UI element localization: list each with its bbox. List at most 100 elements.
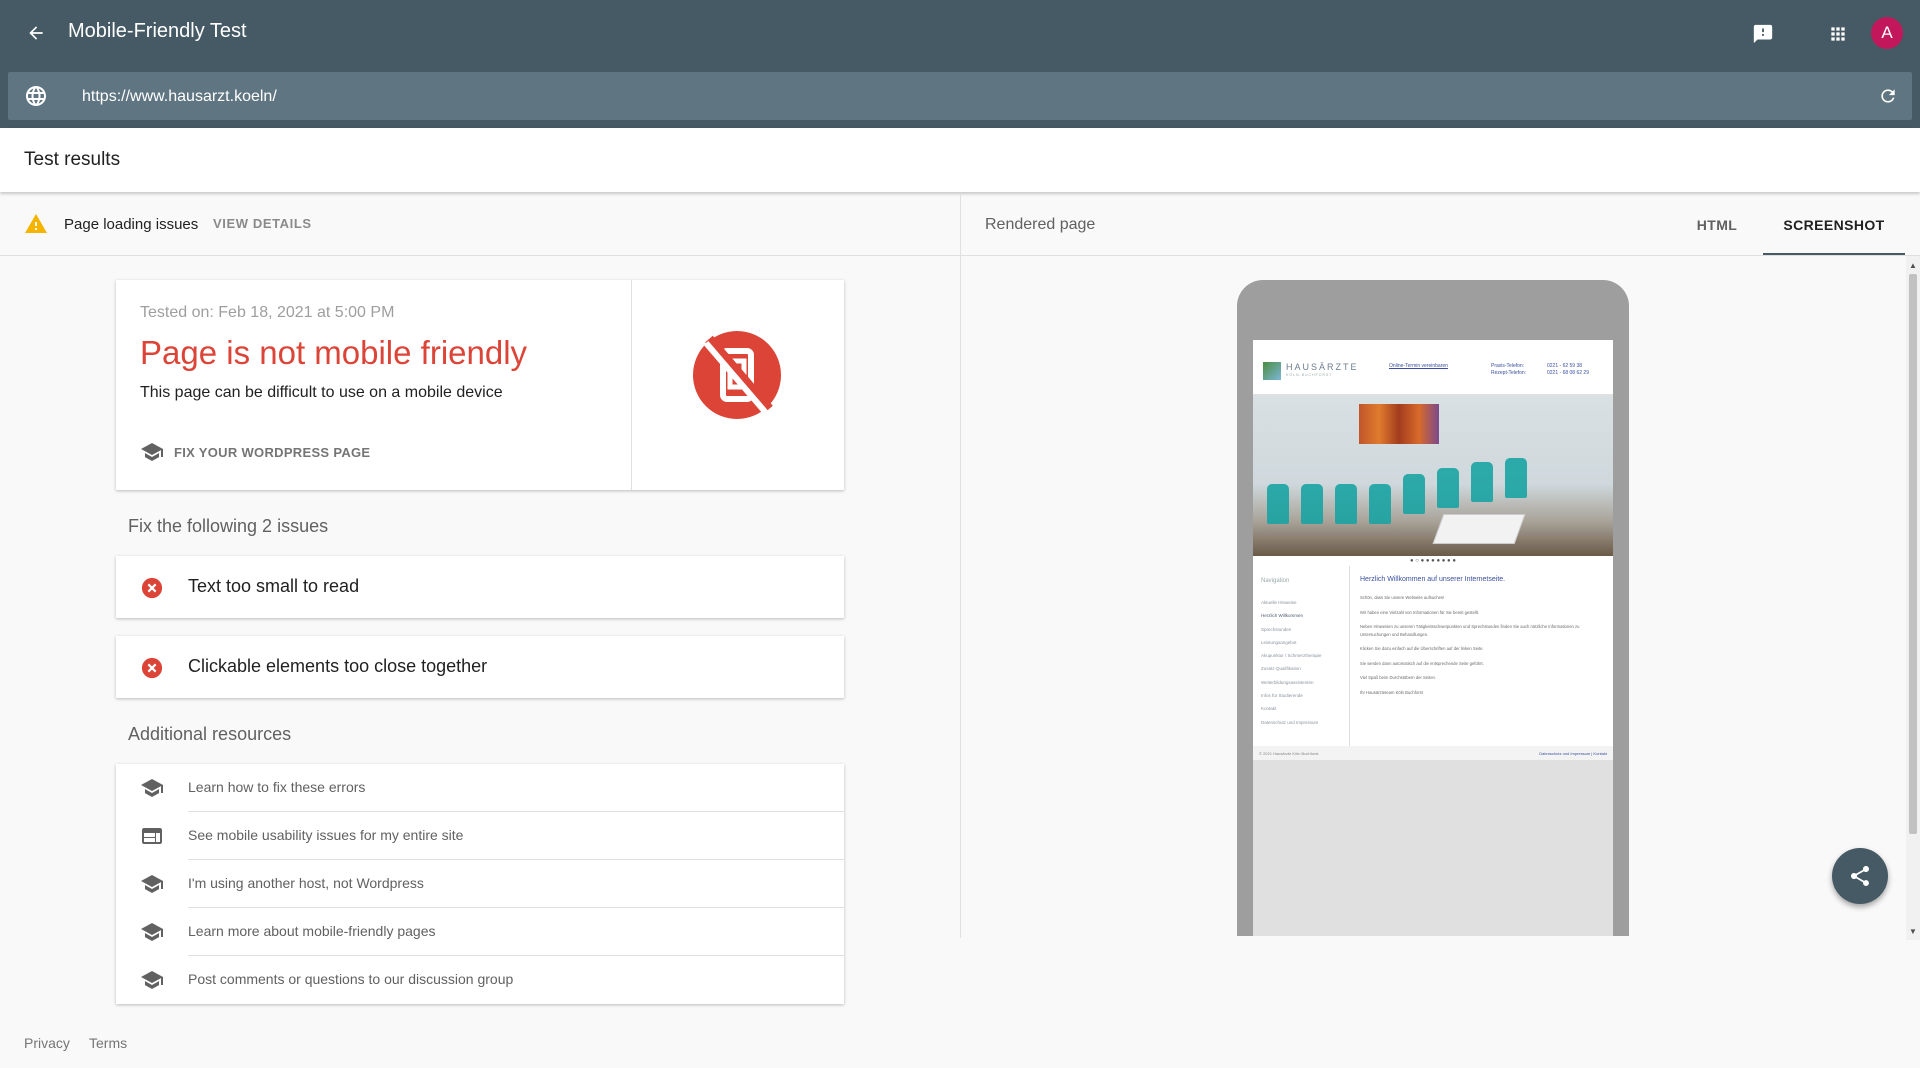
fix-issues-heading: Fix the following 2 issues — [128, 516, 329, 536]
warning-icon — [25, 214, 47, 233]
back-button[interactable] — [20, 17, 52, 49]
share-button[interactable] — [1832, 848, 1888, 904]
tab-html[interactable]: HTML — [1671, 194, 1763, 255]
app-bar: Mobile-Friendly Test A — [0, 0, 1920, 128]
site-logo: HAUSÄRZTE — [1286, 362, 1359, 372]
verdict-subtitle: This page can be difficult to use on a m… — [140, 384, 503, 401]
app-bar-top: Mobile-Friendly Test A — [0, 0, 1920, 66]
site-paragraph: Viel Spaß beim Durchstöbern der Seiten. — [1360, 675, 1437, 680]
site-navigation: Navigation Aktuelle Hinweise Herzlich Wi… — [1253, 566, 1350, 746]
site-paragraph: Ihr Hausärzteteam Köln Buchforst — [1360, 689, 1423, 695]
site-header: HAUSÄRZTE KÖLN-BUCHFORST Online-Termin v… — [1253, 340, 1613, 394]
apps-grid-icon — [1831, 27, 1845, 41]
results-header: Test results — [0, 128, 1920, 192]
resource-label: I'm using another host, not Wordpress — [188, 875, 424, 891]
page-title: Test results — [24, 149, 121, 170]
view-details-button[interactable]: VIEW DETAILS — [213, 216, 312, 231]
site-nav-item: Sprechstunden — [1261, 626, 1292, 632]
site-paragraph: Schön, dass Sie unsere Webseite aufsuche… — [1360, 595, 1445, 600]
hero-chair — [1267, 484, 1289, 524]
site-phone-numbers: 0221 - 62 59 38 0221 - 68 08 62 29 — [1547, 363, 1589, 376]
site-nav-item: Infos für Studierende — [1261, 693, 1303, 699]
rendered-page-label: Rendered page — [985, 216, 1096, 233]
error-icon — [141, 657, 163, 679]
hero-chair — [1301, 484, 1323, 524]
web-icon — [142, 828, 162, 844]
hero-chair — [1369, 484, 1391, 524]
globe-icon — [26, 86, 46, 106]
site-nav-title: Navigation — [1261, 578, 1290, 584]
scrollbar[interactable]: ▲ ▼ — [1906, 256, 1920, 940]
rendered-screenshot: HAUSÄRZTE KÖLN-BUCHFORST Online-Termin v… — [1253, 340, 1613, 936]
resource-label: Learn more about mobile-friendly pages — [188, 923, 436, 939]
share-icon — [1851, 866, 1869, 886]
resource-link[interactable]: Post comments or questions to our discus… — [116, 956, 844, 1004]
school-icon — [141, 971, 163, 989]
error-icon — [141, 577, 163, 599]
site-content: Herzlich Willkommen auf unserer Internet… — [1350, 566, 1613, 746]
site-paragraph: Klicken Sie dazu einfach auf die Übersch… — [1360, 646, 1484, 651]
resource-label: See mobile usability issues for my entir… — [188, 827, 464, 843]
site-nav-item: Herzlich Willkommen — [1261, 613, 1304, 619]
url-input[interactable] — [80, 81, 1844, 113]
feedback-icon — [1753, 24, 1773, 44]
feedback-button[interactable] — [1747, 18, 1779, 50]
issue-label: Text too small to read — [188, 576, 360, 596]
site-footer: © 2021 Hausärzte Köln Buchforst Datensch… — [1253, 746, 1613, 760]
privacy-link[interactable]: Privacy — [24, 1035, 70, 1051]
site-footer-copyright: © 2021 Hausärzte Köln Buchforst — [1259, 751, 1319, 756]
tested-on-timestamp: Tested on: Feb 18, 2021 at 5:00 PM — [140, 304, 395, 321]
issue-card[interactable]: Text too small to read — [116, 556, 844, 618]
hero-chair — [1335, 484, 1357, 524]
school-icon — [141, 443, 163, 461]
resource-link[interactable]: Learn more about mobile-friendly pages — [116, 908, 844, 956]
site-phone-labels: Praxis-Telefon: Rezept-Telefon: — [1491, 363, 1527, 376]
panel-divider — [960, 194, 961, 938]
issue-card[interactable]: Clickable elements too close together — [116, 636, 844, 698]
refresh-button[interactable] — [1874, 82, 1902, 110]
school-icon — [141, 923, 163, 941]
site-nav-item: Leistungsangebot — [1261, 639, 1297, 645]
scroll-thumb[interactable] — [1909, 274, 1917, 834]
resource-link[interactable]: I'm using another host, not Wordpress — [116, 860, 844, 908]
site-slider-dots: ● ○ ● ● ● ● ● ● ● — [1253, 556, 1613, 566]
issue-label: Clickable elements too close together — [188, 656, 488, 676]
phone-frame: HAUSÄRZTE KÖLN-BUCHFORST Online-Termin v… — [1237, 280, 1629, 936]
site-nav-item: Zusatz-Qualifikation — [1261, 666, 1301, 672]
rendered-page-header: Rendered page HTML SCREENSHOT — [961, 194, 1920, 256]
account-avatar[interactable]: A — [1871, 17, 1903, 49]
site-nav-item: Weiterbildungsassistenten — [1261, 679, 1314, 685]
site-footer-links: Datenschutz und Impressum | Kontakt — [1539, 751, 1607, 756]
resource-link[interactable]: Learn how to fix these errors — [116, 764, 844, 812]
site-content-title: Herzlich Willkommen auf unserer Internet… — [1360, 576, 1506, 583]
verdict-heading: Page is not mobile friendly — [140, 334, 528, 371]
additional-resources-heading: Additional resources — [128, 724, 292, 744]
card-divider — [631, 280, 632, 490]
refresh-icon — [1881, 89, 1895, 103]
fix-wordpress-label: FIX YOUR WORDPRESS PAGE — [174, 444, 371, 460]
page-loading-issues-bar: Page loading issues VIEW DETAILS — [0, 194, 960, 256]
school-icon — [141, 875, 163, 893]
hero-painting — [1359, 404, 1439, 444]
site-logo-icon — [1263, 362, 1281, 380]
resource-link[interactable]: See mobile usability issues for my entir… — [116, 812, 844, 860]
not-mobile-friendly-icon — [693, 331, 781, 419]
site-appointment-link: Online-Termin vereinbaren — [1389, 363, 1448, 369]
scroll-up-arrow-icon[interactable]: ▲ — [1906, 258, 1920, 272]
site-nav-item: Akupunktur / Schmerztherapie — [1261, 653, 1322, 659]
site-hero-image — [1253, 396, 1613, 556]
site-nav-list: Aktuelle Hinweise Herzlich Willkommen Sp… — [1261, 596, 1322, 729]
resource-label: Post comments or questions to our discus… — [188, 971, 514, 987]
hero-table — [1432, 514, 1526, 544]
arrow-back-icon — [29, 26, 43, 40]
scroll-down-arrow-icon[interactable]: ▼ — [1906, 924, 1920, 938]
school-icon — [141, 779, 163, 797]
active-tab-indicator — [1763, 253, 1905, 255]
terms-link[interactable]: Terms — [89, 1035, 127, 1051]
page-loading-issues-label: Page loading issues — [64, 216, 199, 233]
tab-screenshot[interactable]: SCREENSHOT — [1763, 194, 1905, 255]
site-paragraph: Neben Hinweisen zu unseren Tätigkeitssch… — [1360, 624, 1580, 637]
resources-list: Learn how to fix these errors See mobile… — [116, 764, 844, 1004]
apps-button[interactable] — [1822, 18, 1854, 50]
fix-wordpress-link[interactable]: FIX YOUR WORDPRESS PAGE — [140, 440, 370, 464]
